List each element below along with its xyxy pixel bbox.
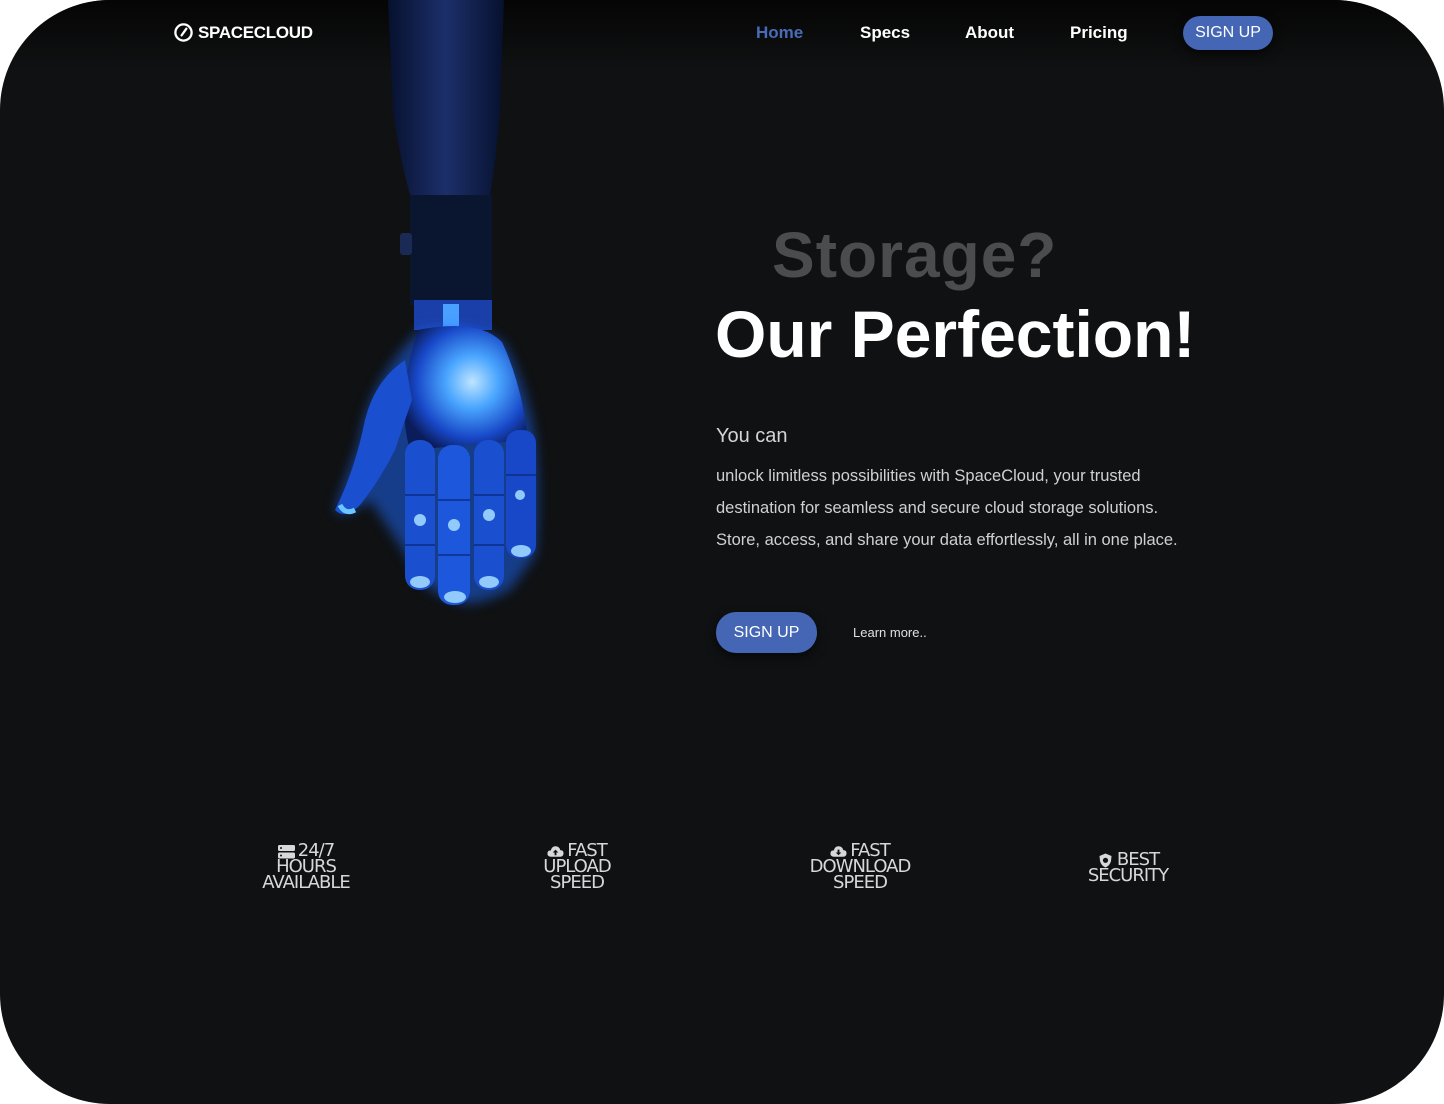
hero-description: unlock limitless possibilities with Spac…	[716, 467, 1178, 549]
feature-download-speed: FAST DOWNLOAD SPEED	[792, 842, 928, 893]
feature-upload-speed: FAST UPLOAD SPEED	[522, 842, 632, 893]
nav-specs-link[interactable]: Specs	[860, 23, 910, 43]
feature-availability: 24/7 HOURS AVAILABLE	[246, 842, 366, 893]
hero-question: Storage?	[772, 219, 1058, 291]
hero-subtitle: You can	[716, 425, 788, 447]
logo[interactable]: SPACECLOUD	[173, 22, 313, 43]
hero-title: Our Perfection!	[715, 297, 1196, 371]
feature-line2: SECURITY	[1087, 865, 1169, 886]
feature-line3: AVAILABLE	[262, 872, 350, 893]
nav-about-link[interactable]: About	[965, 23, 1014, 43]
feature-security: BEST SECURITY	[1070, 851, 1186, 886]
gauge-icon	[174, 23, 193, 42]
logo-text: SPACECLOUD	[198, 22, 313, 42]
nav-pricing-link[interactable]: Pricing	[1070, 23, 1128, 43]
nav-signup-button[interactable]: SIGN UP	[1183, 16, 1273, 50]
page-frame: SPACECLOUD Home Specs About Pricing SIGN…	[0, 0, 1444, 1104]
nav-home-link[interactable]: Home	[756, 23, 803, 43]
feature-line3: SPEED	[833, 872, 888, 893]
learn-more-link[interactable]: Learn more..	[853, 625, 927, 640]
feature-line3: SPEED	[550, 872, 605, 893]
robot-hand-illustration	[335, 0, 538, 605]
hero-signup-button[interactable]: SIGN UP	[716, 612, 817, 653]
